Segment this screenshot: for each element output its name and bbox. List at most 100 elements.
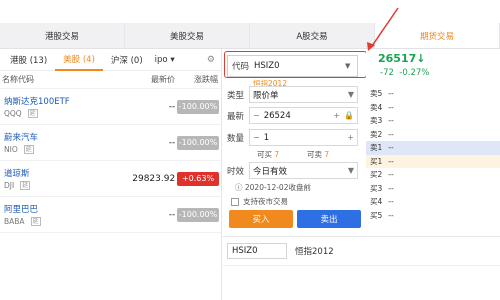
bid-row[interactable]: 买3 -- (366, 182, 500, 196)
bid-row[interactable]: 买2 -- (366, 168, 500, 182)
order-book: 卖5 -- 卖4 -- 卖3 -- 卖2 -- 卖1 -- 买1 -- 买2 -- 买3 -- … (366, 87, 500, 222)
ask-value: -- (388, 129, 394, 139)
tif-label: 时效 (227, 166, 245, 177)
minus-icon[interactable]: − (253, 111, 260, 120)
bid-label: 买4 (370, 197, 383, 207)
price-label: 最新 (227, 111, 245, 122)
ask-row[interactable]: 卖2 -- (366, 128, 500, 142)
bid-label: 买3 (370, 183, 383, 193)
night-session-option[interactable]: 支持夜市交易 (231, 196, 288, 207)
list-item[interactable]: 蔚来汽车 NIO 延 -- -100.00% (0, 125, 221, 161)
watchlist-sub-tabs: 港股 (13) 美股 (4) 沪深 (0) ipo ▾ ⚙ (0, 49, 221, 71)
code-label: 代码 (232, 62, 250, 72)
lower-contract-name: 恒指2012 (295, 247, 334, 257)
col-name-header[interactable]: 名称代码 (0, 74, 120, 85)
expiry-note: ⓘ 2020-12-02收盘前 (235, 182, 311, 193)
lock-icon[interactable]: 🔒 (344, 111, 354, 120)
watchlist-header: 名称代码 最新价 涨跌幅 (0, 71, 221, 89)
order-type-label: 类型 (227, 90, 245, 101)
price-input[interactable]: 26524 (264, 111, 334, 121)
lower-code-input[interactable]: HSIZ0 (227, 243, 287, 259)
change-badge: -100.00% (177, 207, 219, 222)
bid-label: 买5 (370, 210, 383, 220)
tif-select[interactable]: 今日有效 ▼ (249, 162, 358, 179)
tab-futures-trading[interactable]: 期货交易 (375, 23, 500, 48)
minus-icon[interactable]: − (253, 133, 260, 142)
can-sell-value: 7 (324, 150, 330, 159)
bid-value: -- (388, 170, 394, 180)
ask-label: 卖1 (370, 143, 383, 153)
can-buy-label: 可买 (257, 150, 272, 159)
price-change: -72 -0.27% (380, 68, 429, 78)
col-change-header[interactable]: 涨跌幅 (175, 74, 220, 85)
bid-row[interactable]: 买1 -- (366, 154, 500, 168)
delayed-tag: 延 (23, 145, 34, 154)
bid-value: -- (388, 183, 394, 193)
last-price: -- (168, 209, 176, 220)
stock-name: 道琼斯 (4, 169, 30, 179)
bid-row[interactable]: 买4 -- (366, 195, 500, 209)
delayed-tag: 延 (27, 109, 38, 118)
watchlist-panel: 港股 (13) 美股 (4) 沪深 (0) ipo ▾ ⚙ 名称代码 最新价 涨… (0, 49, 222, 300)
dropdown-arrow-icon: ▼ (347, 90, 354, 99)
divider (223, 265, 500, 266)
bid-label: 买2 (370, 170, 383, 180)
ask-label: 卖5 (370, 89, 383, 99)
bid-row[interactable]: 买5 -- (366, 209, 500, 223)
price-stepper[interactable]: − 26524 + 🔒 (249, 107, 358, 124)
order-type-select[interactable]: 限价单 ▼ (249, 86, 358, 103)
night-session-checkbox[interactable] (231, 198, 239, 206)
buy-button[interactable]: 买入 (229, 210, 293, 228)
last-price: -- (168, 137, 176, 148)
ask-row[interactable]: 卖4 -- (366, 101, 500, 115)
stock-code: BABA (4, 217, 25, 226)
stock-code: DJI (4, 181, 15, 190)
can-sell: 可卖 7 (307, 149, 329, 160)
stock-code: NIO (4, 145, 18, 154)
subtab-sh-sz[interactable]: 沪深 (0) (103, 54, 151, 66)
ask-label: 卖4 (370, 102, 383, 112)
tab-hk-trading[interactable]: 港股交易 (0, 23, 125, 48)
plus-icon[interactable]: + (333, 111, 340, 120)
settings-gear-icon[interactable]: ⚙ (207, 55, 215, 65)
list-item[interactable]: 纳斯达克100ETF QQQ 延 -- -100.00% (0, 89, 221, 125)
subtab-hk[interactable]: 港股 (13) (2, 54, 55, 66)
ask-value: -- (388, 116, 394, 126)
col-price-header[interactable]: 最新价 (120, 74, 175, 85)
list-item[interactable]: 阿里巴巴 BABA 延 -- -100.00% (0, 197, 221, 233)
subtab-ipo[interactable]: ipo ▾ (151, 55, 183, 65)
stock-code: QQQ (4, 109, 22, 118)
plus-icon[interactable]: + (347, 133, 354, 142)
quantity-input[interactable]: 1 (264, 133, 348, 143)
quantity-stepper[interactable]: − 1 + (249, 129, 358, 146)
change-badge: +0.63% (177, 171, 219, 186)
list-item[interactable]: 道琼斯 DJI 延 29823.92 +0.63% (0, 161, 221, 197)
bid-value: -- (388, 197, 394, 207)
tif-row: 时效 今日有效 ▼ (227, 162, 358, 179)
order-type-value: 限价单 (253, 90, 279, 101)
ask-value: -- (388, 102, 394, 112)
ask-row[interactable]: 卖3 -- (366, 114, 500, 128)
ask-row[interactable]: 卖1 -- (366, 141, 500, 155)
delayed-tag: 延 (20, 181, 31, 190)
bid-value: -- (388, 156, 394, 166)
ask-row[interactable]: 卖5 -- (366, 87, 500, 101)
sell-button[interactable]: 卖出 (297, 210, 361, 228)
ask-label: 卖3 (370, 116, 383, 126)
can-sell-label: 可卖 (307, 150, 322, 159)
last-price: 29823.92 (132, 173, 176, 184)
can-buy: 可买 7 (257, 149, 279, 160)
subtab-us[interactable]: 美股 (4) (55, 49, 103, 71)
quote-price-value: 26517 (378, 52, 417, 65)
dropdown-arrow-icon: ▼ (347, 166, 354, 175)
tab-us-trading[interactable]: 美股交易 (125, 23, 250, 48)
order-form: 代码 HSIZ0 ▼ 恒指2012 类型 限价单 ▼ 最新 − 26524 + … (223, 49, 363, 236)
stock-name: 纳斯达克100ETF (4, 97, 70, 107)
tab-a-share-trading[interactable]: A股交易 (250, 23, 375, 48)
delayed-tag: 延 (30, 217, 41, 226)
bid-value: -- (388, 210, 394, 220)
quote-panel: 26517↓ -72 -0.27% 卖5 -- 卖4 -- 卖3 -- 卖2 -- 卖1… (366, 49, 500, 236)
code-select[interactable]: 代码 HSIZ0 ▼ (227, 55, 358, 77)
lower-quote-bar: HSIZ0 恒指2012 (223, 236, 500, 300)
subtab-ipo-label: ipo (154, 54, 168, 65)
